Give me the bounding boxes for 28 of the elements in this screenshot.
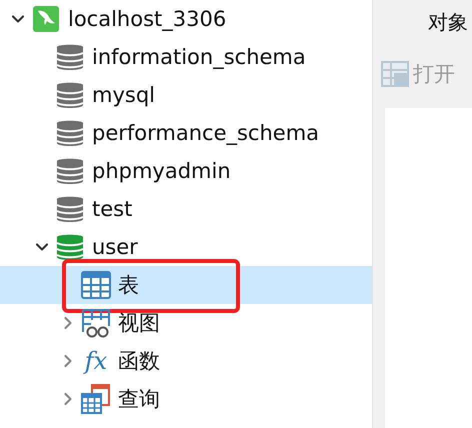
table-icon xyxy=(381,61,409,87)
tree-row[interactable]: 查询 xyxy=(0,380,372,418)
tree-item-label: test xyxy=(92,197,132,221)
tree-row[interactable]: performance_schema xyxy=(0,114,372,152)
tree-row[interactable]: localhost_3306 xyxy=(0,0,372,38)
tree-item-label: phpmyadmin xyxy=(92,159,231,183)
tree-item-label: mysql xyxy=(92,83,155,107)
tree-row[interactable]: user xyxy=(0,228,372,266)
function-icon: fx xyxy=(84,349,108,373)
tree-item-label: performance_schema xyxy=(92,121,320,145)
tree-item-label: 函数 xyxy=(118,348,160,375)
tree-row[interactable]: information_schema xyxy=(0,38,372,76)
table-glasses-icon xyxy=(81,308,111,338)
tree-row[interactable]: 视图 xyxy=(0,304,372,342)
tree-item-label: information_schema xyxy=(92,45,306,69)
tree-row[interactable]: phpmyadmin xyxy=(0,152,372,190)
tree-row[interactable]: test xyxy=(0,190,372,228)
tree-row[interactable]: fx 函数 xyxy=(0,342,372,380)
tree-item-label: localhost_3306 xyxy=(68,7,226,31)
tree-item-label: 表 xyxy=(118,272,139,299)
query-table-icon xyxy=(81,384,111,414)
tree-item-label: user xyxy=(92,235,138,259)
dolphin-icon xyxy=(33,6,59,32)
table-icon xyxy=(81,271,111,299)
tree-item-label: 视图 xyxy=(118,310,160,337)
tree-row[interactable]: mysql xyxy=(0,76,372,114)
tree-item-label: 查询 xyxy=(118,386,160,413)
tree-row[interactable]: 表 xyxy=(0,266,372,304)
